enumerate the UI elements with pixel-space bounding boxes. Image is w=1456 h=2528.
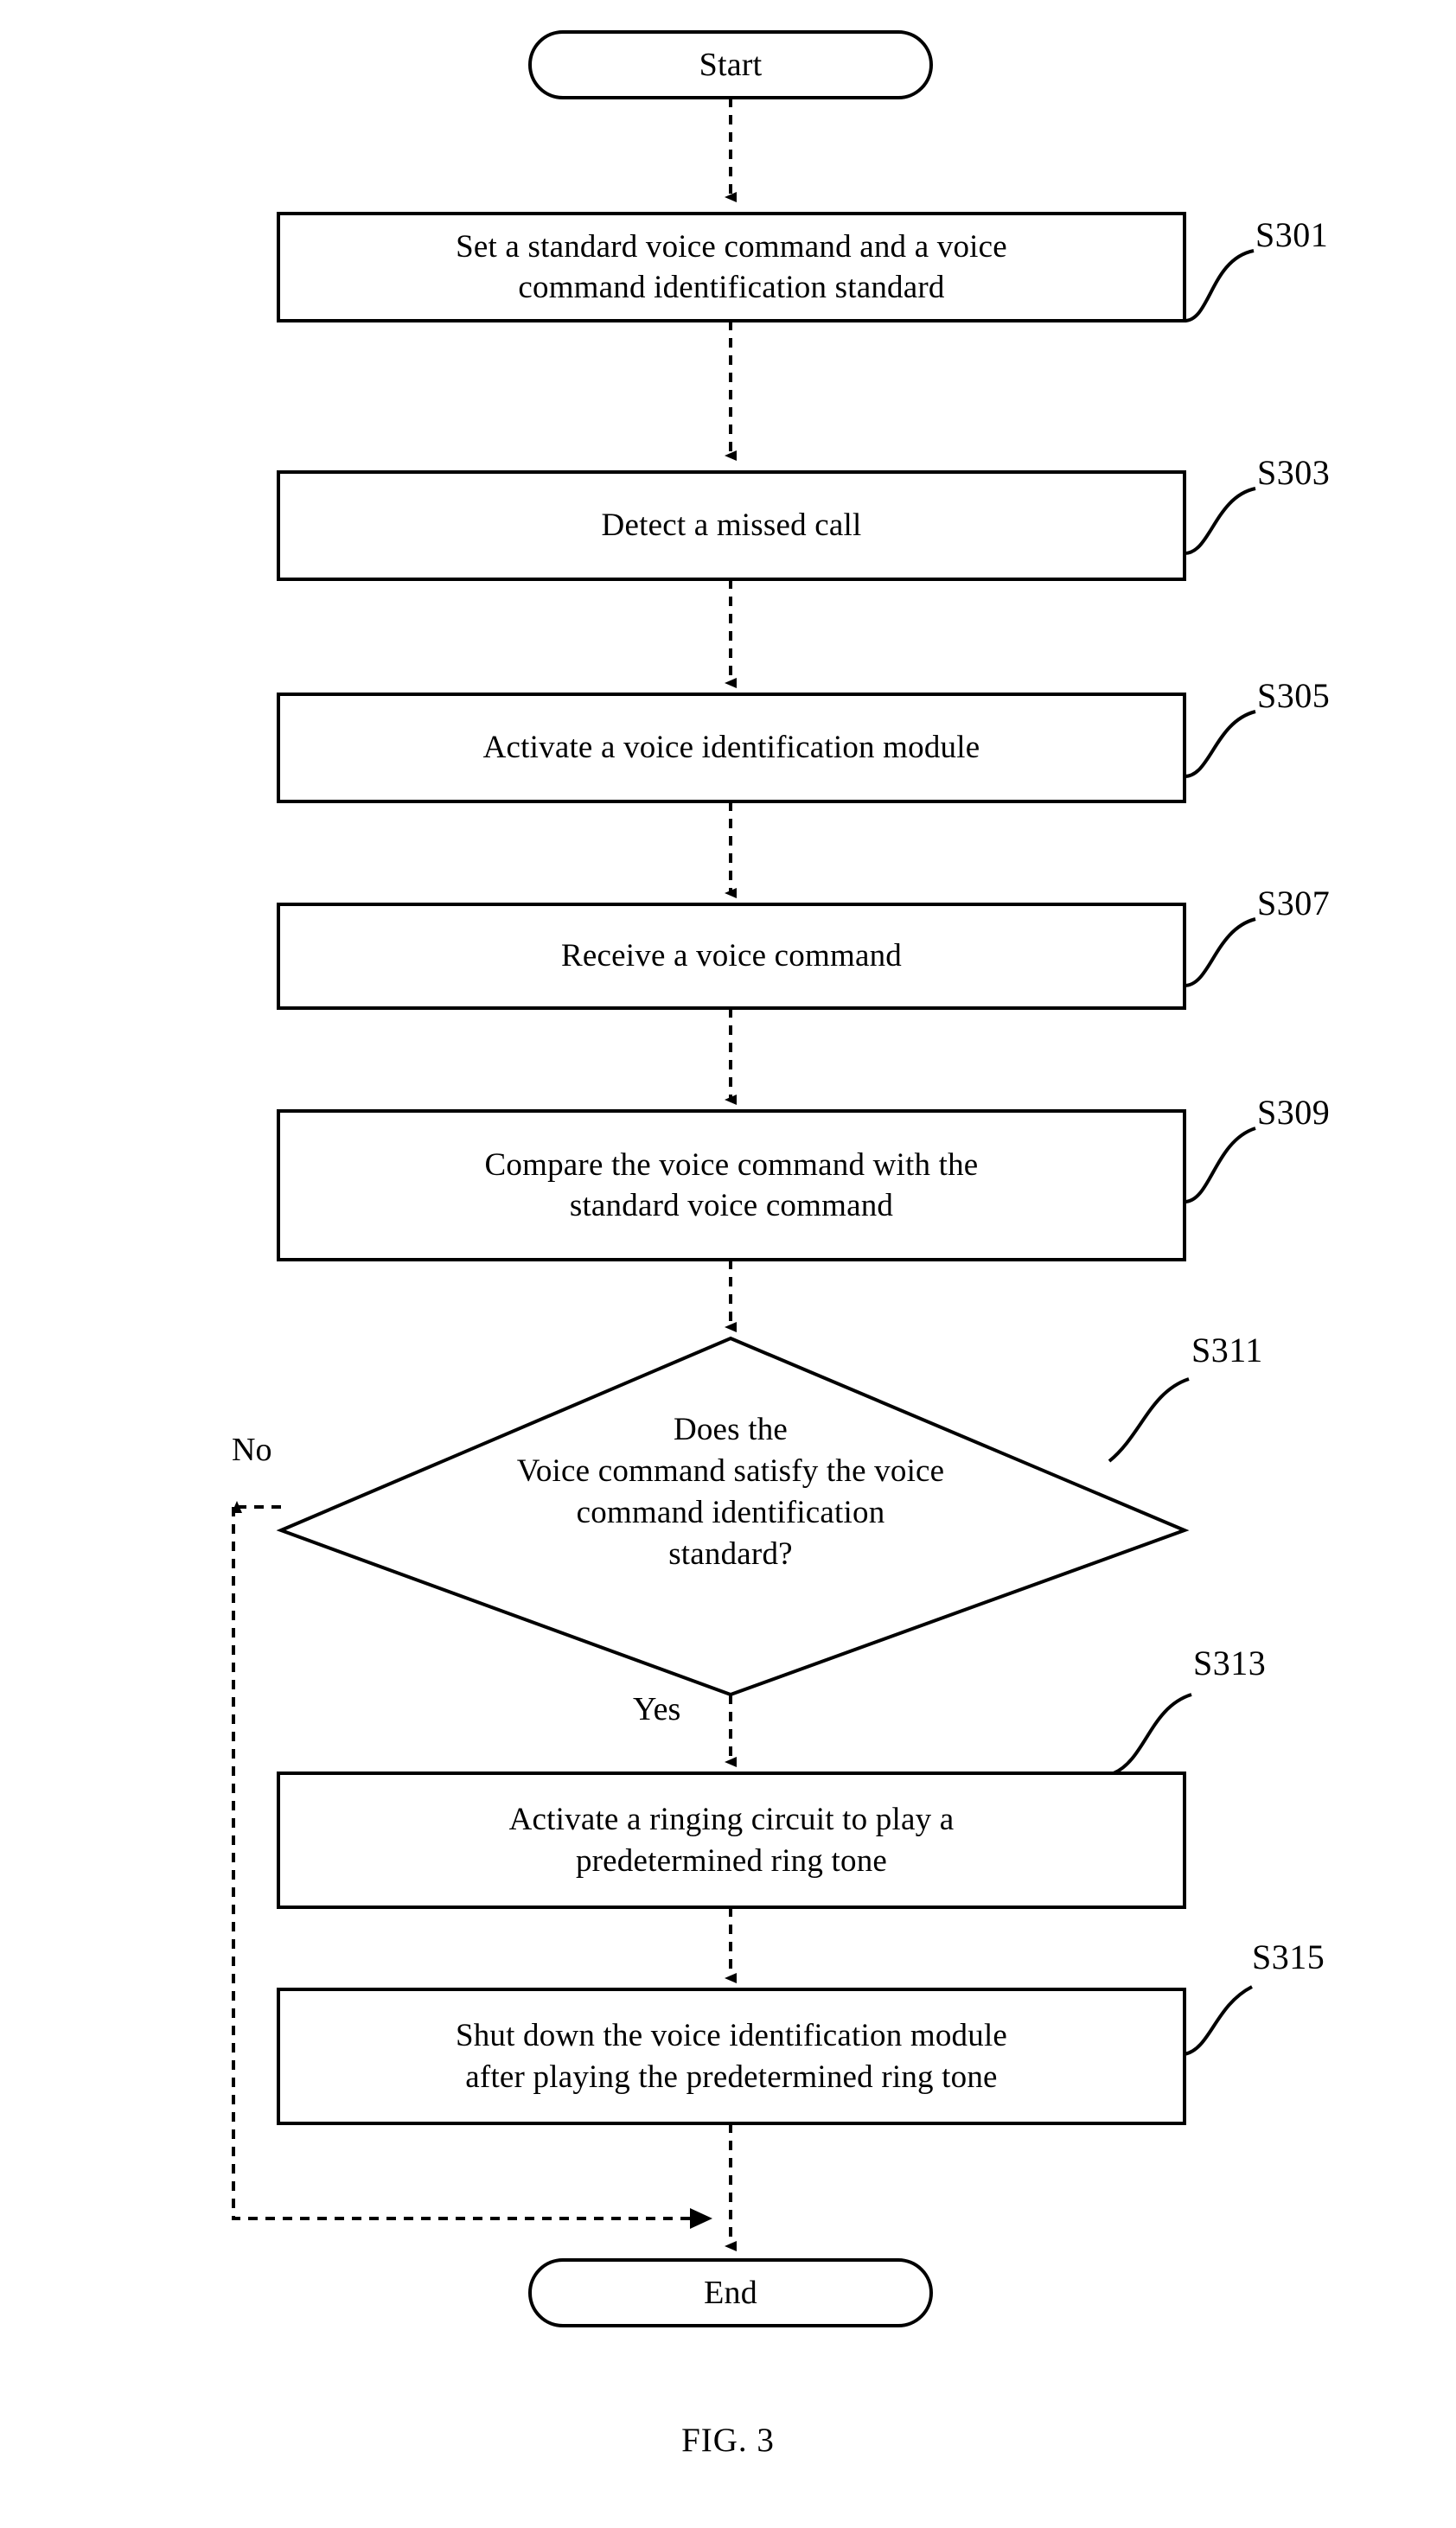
branch-label-no: No	[232, 1432, 272, 1468]
no-branch-arrowhead	[690, 2208, 712, 2229]
step-label-s311: S311	[1191, 1331, 1263, 1369]
s309-leader-line	[1184, 1127, 1256, 1203]
s309-box-shape	[277, 1109, 1186, 1261]
s305-box-shape	[277, 693, 1186, 803]
figure-caption: FIG. 3	[681, 2422, 775, 2459]
figure-canvas: Start Set a standard voice command and a…	[0, 0, 1456, 2528]
branch-label-yes: Yes	[633, 1691, 681, 1727]
s301-leader-line	[1184, 249, 1255, 322]
s305-leader-line	[1184, 710, 1256, 778]
step-label-s315: S315	[1252, 1937, 1325, 1976]
end-terminator-shape	[528, 2258, 933, 2327]
s303-leader-line	[1184, 487, 1256, 555]
s301-box-shape	[277, 212, 1186, 322]
step-label-s305: S305	[1257, 676, 1331, 715]
step-label-s307: S307	[1257, 884, 1331, 922]
flowchart-graphics	[232, 30, 1256, 2327]
s311-leader-line	[1108, 1377, 1190, 1463]
start-terminator-shape	[528, 30, 933, 99]
step-label-s313: S313	[1193, 1644, 1267, 1682]
s313-leader-line	[1113, 1693, 1192, 1775]
step-label-s309: S309	[1257, 1093, 1331, 1132]
step-label-s303: S303	[1257, 453, 1331, 492]
s313-box-shape	[277, 1772, 1186, 1909]
s303-box-shape	[277, 470, 1186, 581]
s307-box-shape	[277, 903, 1186, 1010]
s315-leader-line	[1184, 1985, 1253, 2056]
s311-decision-shape	[276, 1336, 1190, 1697]
s307-leader-line	[1184, 917, 1256, 987]
step-label-s301: S301	[1255, 215, 1329, 254]
s315-box-shape	[277, 1988, 1186, 2125]
